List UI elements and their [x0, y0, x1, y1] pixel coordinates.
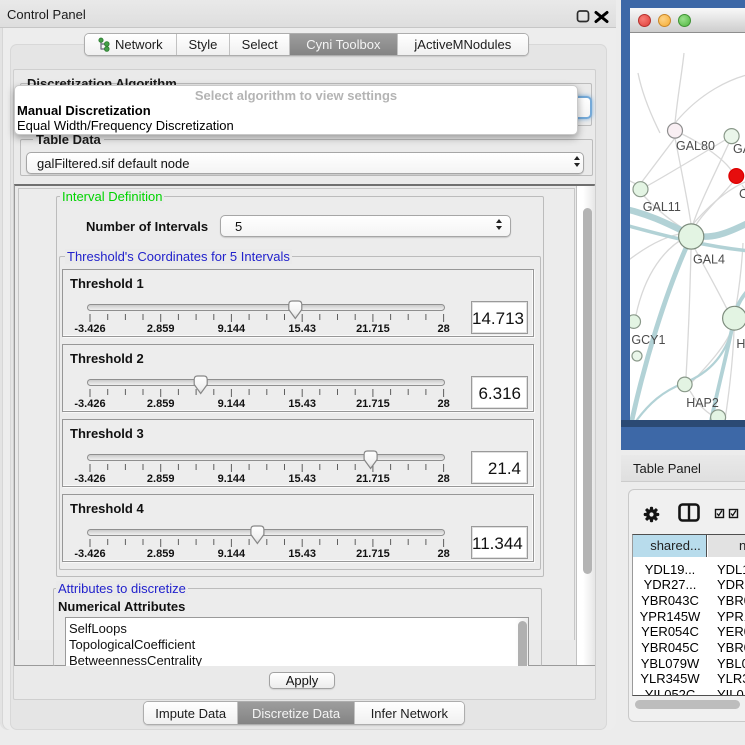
svg-text:GAL4: GAL4 [693, 253, 725, 267]
svg-text:GAL80: GAL80 [676, 139, 715, 153]
svg-text:C: C [739, 187, 745, 201]
svg-text:H: H [736, 337, 745, 351]
svg-text:GAL11: GAL11 [643, 200, 681, 214]
svg-text:HAP2: HAP2 [686, 396, 719, 410]
svg-text:GCY1: GCY1 [631, 333, 665, 347]
svg-text:GA: GA [733, 142, 745, 156]
